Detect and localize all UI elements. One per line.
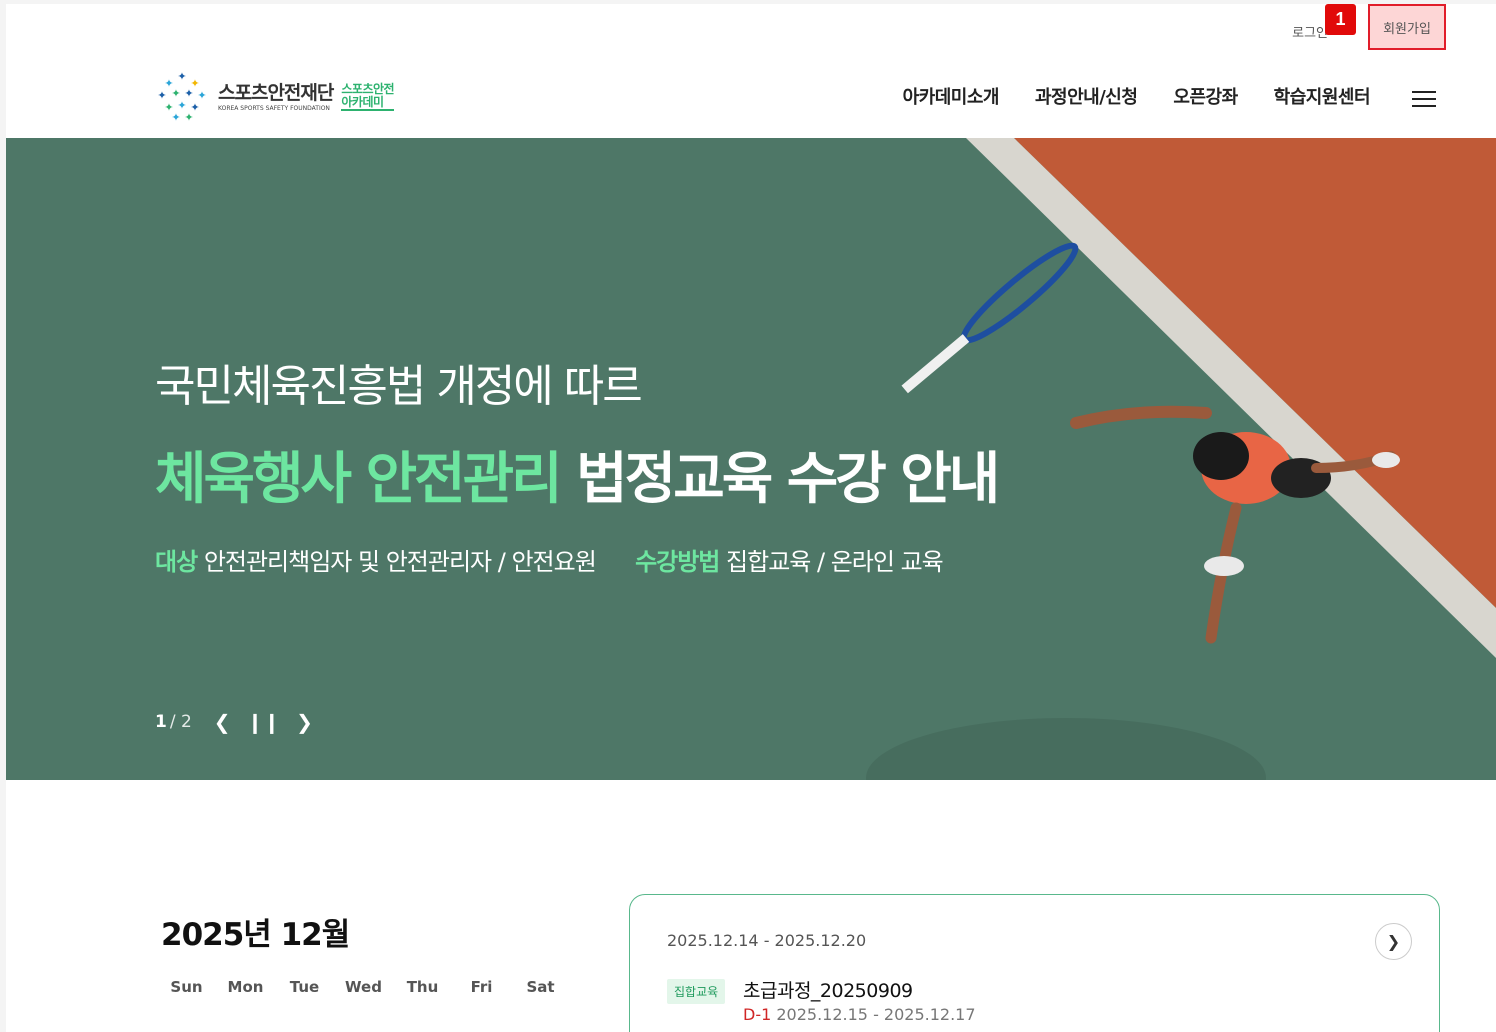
hero-headline-1: 국민체육진흥법 개정에 따르 bbox=[155, 361, 643, 412]
hero-headline-highlight: 체육행사 안전관리 bbox=[155, 447, 563, 512]
hero-banner: 국민체육진흥법 개정에 따르 체육행사 안전관리 법정교육 수강 안내 대상 안… bbox=[6, 138, 1496, 780]
course-title-link[interactable]: 초급과정_20250909 bbox=[743, 976, 913, 1003]
page: 로그인 1 회원가입 ✦ ✦ ✦ ✦ ✦ ✦ ✦ ✦ ✦ ✦ ✦ ✦ 스포츠안전… bbox=[6, 4, 1496, 1032]
site-header: ✦ ✦ ✦ ✦ ✦ ✦ ✦ ✦ ✦ ✦ ✦ ✦ 스포츠안전재단 KOREA SP… bbox=[6, 64, 1496, 138]
annotation-badge: 1 bbox=[1325, 4, 1356, 35]
hero-meta: 대상 안전관리책임자 및 안전관리자 / 안전요원 수강방법 집합교육 / 온라… bbox=[155, 542, 944, 577]
course-date-range: 2025.12.15 - 2025.12.17 bbox=[776, 1005, 976, 1024]
nav-item-learning-support[interactable]: 학습지원센터 bbox=[1274, 83, 1371, 109]
week-range: 2025.12.14 - 2025.12.20 bbox=[667, 931, 867, 950]
weekday-label: Wed bbox=[345, 978, 382, 996]
logo-english: KOREA SPORTS SAFETY FOUNDATION bbox=[218, 105, 330, 112]
logo-name: 스포츠안전재단 bbox=[218, 82, 334, 104]
calendar-title: 2025년 12월 bbox=[161, 917, 350, 953]
hero-headline-2: 체육행사 안전관리 법정교육 수강 안내 bbox=[155, 434, 1000, 515]
hero-pager: 1 / 2 ❮ ❙❙ ❯ bbox=[155, 710, 313, 734]
logo-text: 스포츠안전재단 KOREA SPORTS SAFETY FOUNDATION bbox=[218, 82, 334, 112]
main-nav: 아카데미소개 과정안내/신청 오픈강좌 학습지원센터 bbox=[903, 83, 1371, 109]
svg-text:✦: ✦ bbox=[184, 111, 193, 124]
logo-academy-line2: 아카데미 bbox=[341, 95, 384, 109]
chevron-left-icon[interactable]: ❮ bbox=[214, 710, 231, 734]
week-course-card: 2025.12.14 - 2025.12.20 ❯ 집합교육 초급과정_2025… bbox=[629, 894, 1440, 1032]
course-dates: D-1 2025.12.15 - 2025.12.17 bbox=[743, 1005, 976, 1024]
hero-target-key: 대상 bbox=[155, 548, 198, 576]
hamburger-menu-icon[interactable] bbox=[1412, 91, 1436, 107]
chevron-right-icon[interactable]: ❯ bbox=[296, 710, 313, 734]
weekday-label: Thu bbox=[406, 978, 439, 996]
logo-mark-icon: ✦ ✦ ✦ ✦ ✦ ✦ ✦ ✦ ✦ ✦ ✦ ✦ bbox=[157, 70, 206, 124]
pause-icon[interactable]: ❙❙ bbox=[247, 710, 281, 734]
join-link[interactable]: 회원가입 bbox=[1368, 4, 1446, 50]
course-type-tag: 집합교육 bbox=[667, 979, 726, 1004]
hero-method-key: 수강방법 bbox=[635, 548, 720, 576]
utility-bar: 로그인 1 회원가입 bbox=[1196, 4, 1496, 54]
nav-item-academy-intro[interactable]: 아카데미소개 bbox=[903, 83, 1000, 109]
login-link[interactable]: 로그인 bbox=[1292, 22, 1328, 41]
hero-target-value: 안전관리책임자 및 안전관리자 / 안전요원 bbox=[203, 548, 597, 576]
weekday-label: Mon bbox=[227, 978, 264, 996]
weekday-label: Sun bbox=[170, 978, 203, 996]
pager-current: 1 bbox=[155, 712, 167, 732]
svg-text:✦: ✦ bbox=[177, 70, 186, 83]
svg-text:✦: ✦ bbox=[171, 111, 180, 124]
weekday-label: Sat bbox=[526, 978, 555, 996]
calendar-weekdays: Sun Mon Tue Wed Thu Fri Sat bbox=[157, 978, 570, 996]
nav-item-open-lecture[interactable]: 오픈강좌 bbox=[1173, 83, 1238, 109]
hero-method-value: 집합교육 / 온라인 교육 bbox=[726, 548, 944, 576]
course-dday: D-1 bbox=[743, 1005, 772, 1024]
logo-academy: 스포츠안전 아카데미 bbox=[341, 83, 395, 111]
hero-headline-rest: 법정교육 수강 안내 bbox=[559, 447, 1000, 512]
nav-item-course-apply[interactable]: 과정안내/신청 bbox=[1035, 83, 1138, 109]
pager-total: / 2 bbox=[169, 712, 192, 732]
chevron-right-circle-icon[interactable]: ❯ bbox=[1375, 923, 1412, 960]
site-logo[interactable]: ✦ ✦ ✦ ✦ ✦ ✦ ✦ ✦ ✦ ✦ ✦ ✦ 스포츠안전재단 KOREA SP… bbox=[154, 69, 394, 125]
weekday-label: Fri bbox=[470, 978, 493, 996]
weekday-label: Tue bbox=[289, 978, 320, 996]
